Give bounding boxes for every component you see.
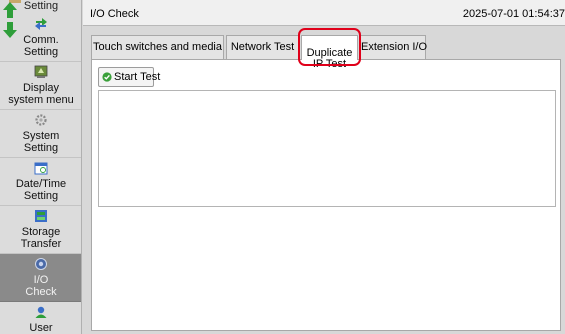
sidebar-item-label: Date/Time Setting — [15, 178, 67, 202]
test-result-area — [98, 90, 556, 207]
tab-duplicate-ip-test[interactable]: Duplicate IP Test — [301, 35, 358, 70]
tab-content-panel: Start Test — [91, 59, 561, 331]
title-bar: I/O Check 2025-07-01 01:54:37 — [83, 0, 565, 26]
page-title: I/O Check — [90, 8, 139, 20]
tab-extension-io[interactable]: Extension I/O — [360, 35, 428, 59]
datetime-display: 2025-07-01 01:54:37 — [462, 8, 565, 20]
start-test-label: Start Test — [114, 71, 161, 83]
io-check-icon — [35, 258, 47, 270]
tab-network-test[interactable]: Network Test — [226, 35, 299, 59]
sidebar-item-label: System Setting — [22, 130, 60, 154]
sidebar: Setting Comm. Setting Display system men… — [0, 0, 82, 334]
sidebar-item-label: Display system menu — [8, 82, 74, 106]
tab-label: Duplicate IP Test — [306, 47, 353, 70]
main-panel: I/O Check 2025-07-01 01:54:37 Touch swit… — [83, 0, 565, 334]
start-test-button[interactable]: Start Test — [98, 67, 160, 87]
sidebar-item-io-check[interactable]: I/O Check — [0, 254, 81, 302]
sidebar-item-label: I/O Check — [25, 274, 57, 298]
sidebar-item-label: User Settings — [29, 322, 53, 334]
sidebar-item-date-time-setting[interactable]: Date/Time Setting — [0, 158, 81, 206]
sidebar-item-system-setting[interactable]: System Setting — [0, 110, 81, 158]
sidebar-item-display-system-menu[interactable]: Display system menu — [0, 62, 81, 110]
sidebar-item-user-settings[interactable]: User Settings — [0, 302, 81, 334]
gear-icon — [35, 114, 47, 126]
check-circle-icon — [102, 72, 112, 82]
sidebar-item-storage-transfer[interactable]: Storage Transfer — [0, 206, 81, 254]
user-icon — [35, 306, 47, 318]
sidebar-item-label: Storage Transfer — [20, 226, 62, 250]
tab-label: Network Test — [230, 41, 295, 53]
scroll-up-down-icon[interactable] — [1, 2, 19, 38]
storage-transfer-icon — [35, 210, 47, 222]
tab-touch-switches-and-media[interactable]: Touch switches and media — [91, 35, 224, 59]
calendar-icon — [34, 162, 48, 175]
comm-arrows-icon — [35, 18, 47, 30]
tab-label: Extension I/O — [361, 41, 428, 53]
display-menu-icon — [34, 65, 48, 78]
tab-label: Touch switches and media — [92, 41, 222, 53]
